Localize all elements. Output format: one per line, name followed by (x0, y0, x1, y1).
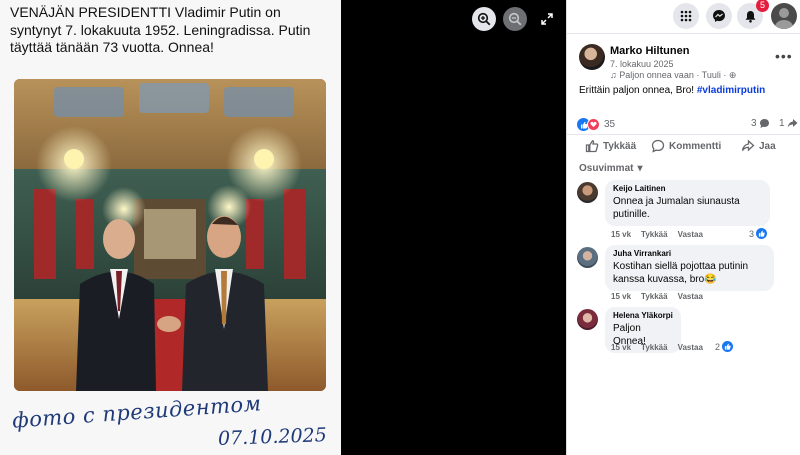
messenger-icon (713, 10, 725, 22)
comment-like-button[interactable]: Tykkää (641, 292, 668, 301)
post-side-panel: 5 Marko Hiltunen 7. lokakuu 2025 ♫ Paljo… (566, 0, 800, 455)
comment-item: Helena Yläkorpi Paljon Onnea! 15 vk Tykk… (577, 307, 797, 357)
comment-like-button[interactable]: Tykkää (641, 230, 668, 239)
like-reaction-icon (756, 228, 768, 239)
comment-time[interactable]: 15 vk (611, 292, 631, 301)
zoom-out-button[interactable] (503, 7, 527, 31)
comment-reaction-value: 2 (715, 341, 721, 352)
comment-item: Keijo Laitinen Onnea ja Jumalan siunaust… (577, 180, 797, 240)
zoom-in-icon (477, 12, 491, 26)
share-count[interactable]: 1 (779, 118, 798, 129)
comment-icon (651, 139, 665, 153)
photo-pane: VENÄJÄN PRESIDENTTI Vladimir Putin on sy… (0, 0, 566, 455)
menu-grid-icon (680, 10, 692, 22)
facebook-photo-viewer: VENÄJÄN PRESIDENTTI Vladimir Putin on sy… (0, 0, 800, 455)
comment-actions: 15 vk Tykkää Vastaa (611, 343, 703, 352)
reactions-summary: 35 3 1 (577, 118, 799, 132)
author-avatar[interactable] (579, 44, 605, 70)
post-image[interactable]: VENÄJÄN PRESIDENTTI Vladimir Putin on sy… (0, 0, 341, 455)
share-button[interactable]: Jaa (741, 139, 776, 153)
notification-count-badge: 5 (756, 0, 769, 12)
post-action-bar: Tykkää Kommentti Jaa (567, 134, 800, 156)
commenter-avatar[interactable] (577, 247, 598, 268)
like-button-label: Tykkää (603, 140, 637, 152)
comment-count[interactable]: 3 (751, 118, 770, 129)
comment-reaction-count[interactable]: 3 (749, 228, 768, 239)
share-arrow-icon (787, 119, 798, 128)
comment-reaction-value: 3 (749, 228, 755, 239)
comment-bubble: Juha Virrankari Kostihan siellä pojottaa… (605, 245, 774, 291)
comment-bubble-icon (759, 119, 769, 128)
post-message: Erittäin paljon onnea, Bro! (579, 85, 697, 96)
thumbs-up-icon (585, 140, 599, 153)
comment-like-button[interactable]: Tykkää (641, 343, 668, 352)
share-icon (741, 139, 755, 152)
like-reaction-icon (722, 341, 734, 352)
like-button[interactable]: Tykkää (585, 139, 636, 153)
post-text: Erittäin paljon onnea, Bro! #vladimirput… (579, 85, 765, 96)
account-button[interactable] (771, 3, 797, 29)
menu-button[interactable] (673, 3, 699, 29)
fullscreen-button[interactable] (538, 10, 556, 28)
notifications-button[interactable]: 5 (737, 0, 769, 29)
comment-reply-button[interactable]: Vastaa (678, 230, 703, 239)
fullscreen-icon (541, 13, 553, 25)
comment-text-line: Kostihan siellä pojottaa putinin (613, 261, 749, 272)
love-reaction-icon (587, 118, 600, 131)
song-info[interactable]: Paljon onnea vaan · Tuuli · (619, 70, 726, 80)
post-header: Marko Hiltunen 7. lokakuu 2025 ♫ Paljon … (579, 44, 789, 80)
bell-icon (745, 10, 755, 23)
profile-avatar-icon (775, 8, 793, 29)
commenter-avatar[interactable] (577, 182, 598, 203)
comment-text-line: putinille. (613, 209, 650, 220)
share-button-label: Jaa (759, 140, 776, 152)
commenter-name[interactable]: Helena Yläkorpi (613, 311, 673, 320)
comment-actions: 15 vk Tykkää Vastaa (611, 230, 703, 239)
messenger-button[interactable] (706, 3, 732, 29)
comment-time[interactable]: 15 vk (611, 343, 631, 352)
comment-sort-label: Osuvimmat (579, 163, 634, 174)
share-count-value: 1 (779, 118, 785, 129)
hashtag-link[interactable]: #vladimirputin (697, 85, 765, 96)
comment-count-value: 3 (751, 118, 757, 129)
more-options-button[interactable]: ••• (775, 48, 793, 64)
handwritten-date: 07.10.2025 (217, 424, 328, 450)
comment-item: Juha Virrankari Kostihan siellä pojottaa… (577, 245, 797, 305)
chevron-down-icon: ▾ (637, 163, 643, 174)
zoom-out-icon (508, 12, 522, 26)
globe-icon: ⊕ (728, 70, 737, 80)
comment-text-line: kanssa kuvassa, bro😂 (613, 274, 717, 285)
image-caption: VENÄJÄN PRESIDENTTI Vladimir Putin on sy… (10, 4, 311, 55)
ballroom-illustration (14, 79, 326, 391)
commenter-name[interactable]: Keijo Laitinen (613, 184, 762, 193)
reaction-count[interactable]: 35 (604, 119, 615, 130)
zoom-in-button[interactable] (472, 7, 496, 31)
comment-button[interactable]: Kommentti (651, 139, 721, 153)
commenter-name[interactable]: Juha Virrankari (613, 249, 766, 258)
ballroom-photo (14, 79, 326, 391)
comment-time[interactable]: 15 vk (611, 230, 631, 239)
comment-text-line: Onnea ja Jumalan siunausta (613, 196, 740, 207)
comment-actions: 15 vk Tykkää Vastaa (611, 292, 703, 301)
top-actions-bar: 5 (567, 0, 800, 34)
comment-sort-dropdown[interactable]: Osuvimmat ▾ (579, 163, 643, 174)
comment-reply-button[interactable]: Vastaa (678, 292, 703, 301)
music-note-icon: ♫ (610, 70, 617, 80)
comment-reply-button[interactable]: Vastaa (678, 343, 703, 352)
post-music-meta: ♫ Paljon onnea vaan · Tuuli · ⊕ (610, 70, 736, 81)
handwritten-caption: фото с президентом (11, 391, 263, 433)
post-date[interactable]: 7. lokakuu 2025 (610, 59, 674, 69)
comment-button-label: Kommentti (669, 140, 722, 152)
comment-reaction-count[interactable]: 2 (715, 341, 734, 352)
author-name[interactable]: Marko Hiltunen (610, 45, 689, 57)
commenter-avatar[interactable] (577, 309, 598, 330)
comment-bubble: Keijo Laitinen Onnea ja Jumalan siunaust… (605, 180, 770, 226)
